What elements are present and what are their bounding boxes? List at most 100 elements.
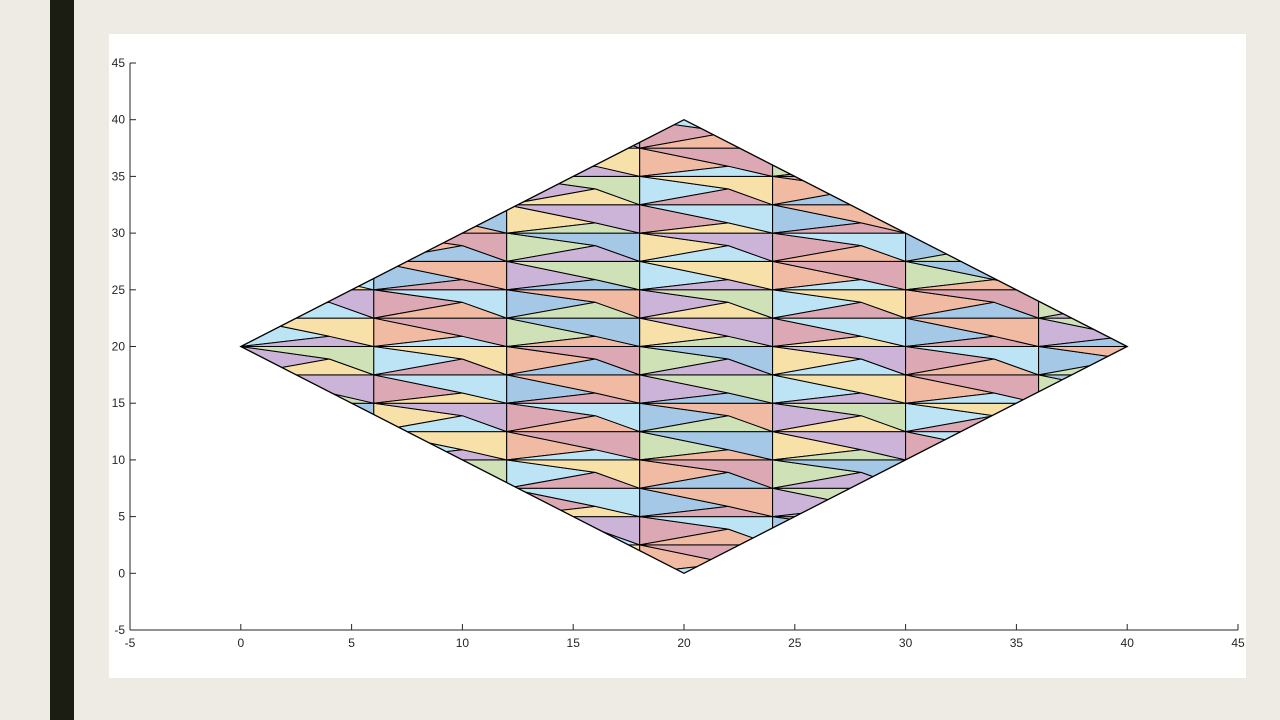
tile-triangle	[1038, 516, 1128, 546]
tile-triangle	[506, 119, 596, 149]
tile-triangle	[240, 232, 375, 262]
x-tick-label: 15	[567, 636, 581, 650]
tile-triangle	[1038, 301, 1128, 319]
tile-triangle	[772, 147, 907, 177]
y-tick-label: 25	[112, 283, 126, 297]
tile-triangle	[373, 544, 463, 574]
tile-triangle	[905, 459, 995, 489]
tile-triangle	[373, 487, 508, 518]
tile-triangle	[240, 471, 375, 489]
tile-triangle	[240, 431, 330, 461]
tile-triangle	[1038, 544, 1128, 574]
tile-triangle	[1038, 279, 1128, 291]
tile-triangle	[905, 119, 1040, 149]
tile-triangle	[905, 544, 995, 574]
y-tick-label: 20	[112, 340, 126, 354]
tile-triangle	[373, 459, 463, 489]
tile-triangle	[373, 119, 508, 149]
tile-triangle	[1038, 459, 1128, 489]
y-tick-label: -5	[114, 623, 125, 637]
tile-triangle	[1038, 175, 1128, 206]
tile-triangle	[772, 544, 862, 574]
tile-triangle	[905, 528, 1040, 546]
tile-triangle	[240, 147, 330, 177]
tile-triangle	[240, 222, 375, 234]
tile-triangle	[905, 119, 995, 149]
tile-triangle	[506, 119, 641, 149]
tile-triangle	[240, 245, 375, 262]
tile-triangle	[1038, 289, 1128, 319]
tile-triangle	[772, 528, 907, 546]
tile-triangle	[1038, 204, 1128, 234]
tile-triangle	[905, 516, 1040, 546]
tile-triangle	[240, 260, 375, 291]
tile-triangle	[905, 487, 1040, 518]
slide-side-bar	[50, 0, 74, 720]
tile-triangle	[240, 562, 375, 574]
tile-triangle	[240, 449, 375, 461]
tile-triangle	[240, 516, 330, 546]
tile-triangle	[373, 516, 508, 546]
tile-triangle	[240, 487, 330, 518]
tile-triangle	[1038, 471, 1128, 489]
tile-triangle	[905, 204, 995, 234]
tile-triangle	[905, 204, 1040, 234]
y-tick-label: 5	[118, 510, 125, 524]
tile-triangle	[240, 175, 375, 206]
tile-triangle	[1038, 415, 1128, 433]
tile-triangle	[373, 516, 463, 546]
tile-triangle	[1038, 119, 1128, 149]
tile-triangle	[240, 175, 330, 206]
tile-triangle	[240, 487, 375, 518]
tile-triangle	[240, 402, 330, 433]
tile-layer	[240, 119, 1128, 574]
tile-triangle	[772, 516, 907, 546]
tile-triangle	[506, 544, 596, 574]
tile-triangle	[1038, 431, 1128, 461]
y-tick-label: 40	[112, 113, 126, 127]
x-tick-label: 30	[899, 636, 913, 650]
tile-triangle	[905, 471, 1040, 489]
tile-triangle	[240, 459, 375, 489]
tile-triangle	[1038, 188, 1128, 206]
y-tick-label: 45	[112, 56, 126, 70]
tile-triangle	[1038, 147, 1128, 177]
tile-triangle	[1038, 374, 1128, 404]
y-tick-label: 10	[112, 453, 126, 467]
tiling-plot: -5 0 5 10 15 20 25 30 35 40 45 -5 0 5 10 15 20 25 30 35 40 45	[112, 56, 1245, 650]
tile-triangle	[373, 119, 463, 149]
y-tick-label: 35	[112, 169, 126, 183]
tile-triangle	[240, 188, 375, 206]
tile-triangle	[240, 232, 330, 262]
tile-triangle	[905, 487, 995, 518]
tile-triangle	[1038, 232, 1128, 262]
tile-triangle	[373, 528, 508, 546]
tile-triangle	[905, 562, 1040, 574]
x-tick-label: 20	[677, 636, 691, 650]
tile-triangle	[905, 188, 1040, 206]
tile-triangle	[1038, 487, 1128, 518]
tile-triangle	[1038, 392, 1128, 404]
tile-triangle	[1038, 165, 1128, 177]
tile-triangle	[905, 449, 1040, 461]
tile-triangle	[240, 505, 375, 518]
tile-triangle	[639, 562, 774, 574]
tile-triangle	[905, 505, 1040, 518]
tile-triangle	[373, 147, 463, 177]
tile-triangle	[1038, 431, 1128, 461]
tile-triangle	[905, 516, 995, 546]
tile-triangle	[905, 175, 1040, 206]
tile-triangle	[506, 562, 641, 574]
tile-triangle	[240, 165, 375, 177]
tile-triangle	[240, 131, 375, 149]
tile-triangle	[373, 147, 508, 177]
x-tick-label: 40	[1121, 636, 1135, 650]
tile-triangle	[905, 175, 995, 206]
tile-triangle	[373, 471, 508, 489]
tile-triangle	[240, 402, 375, 433]
tile-triangle	[373, 131, 508, 149]
tile-triangle	[240, 204, 375, 234]
tile-triangle	[373, 188, 508, 206]
x-tick-label: 5	[348, 636, 355, 650]
tile-triangle	[905, 222, 1040, 234]
